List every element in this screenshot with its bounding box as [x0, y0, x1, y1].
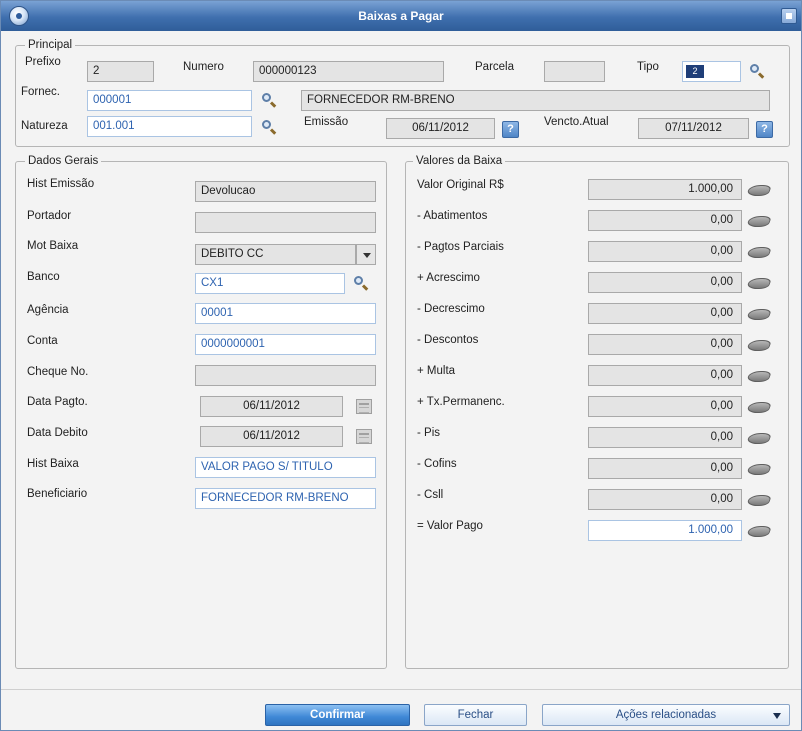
vb-label-4: - Decrescimo [417, 303, 485, 315]
decrescimo-calculator-icon[interactable] [748, 308, 770, 320]
descontos-calculator-icon[interactable] [748, 339, 770, 351]
cofins-field[interactable]: 0,00 [588, 458, 742, 479]
title-bar: Baixas a Pagar [1, 1, 801, 31]
mot-baixa-chevron-down-icon[interactable] [356, 244, 376, 265]
dg-label-1: Portador [27, 210, 72, 222]
beneficiario-field[interactable]: FORNECEDOR RM-BRENO [195, 488, 376, 509]
pagtos-parciais-calculator-icon[interactable] [748, 246, 770, 258]
vencto-label: Vencto.Atual [544, 116, 609, 128]
vb-label-2: - Pagtos Parciais [417, 241, 504, 253]
dg-label-5: Conta [27, 335, 58, 347]
abatimentos-calculator-icon[interactable] [748, 215, 770, 227]
emissao-field[interactable]: 06/11/2012 [386, 118, 495, 139]
hist-emissao-field[interactable]: Devolucao [195, 181, 376, 202]
data-debito-calendar-icon[interactable] [356, 429, 372, 444]
dg-label-10: Beneficiario [27, 488, 88, 500]
fornec-label: Fornec. [21, 86, 60, 98]
cheque-field[interactable] [195, 365, 376, 386]
dg-label-4: Agência [27, 304, 69, 316]
data-pagto-field[interactable]: 06/11/2012 [200, 396, 343, 417]
acoes-relacionadas-button[interactable]: Ações relacionadas [542, 704, 790, 726]
footer-divider [1, 689, 801, 690]
parcela-label: Parcela [475, 61, 514, 73]
vb-label-0: Valor Original R$ [417, 179, 504, 191]
hist-baixa-field[interactable]: VALOR PAGO S/ TITULO [195, 457, 376, 478]
dg-label-0: Hist Emissão [27, 178, 95, 190]
fornec-search-icon[interactable] [260, 92, 278, 110]
banco-field[interactable]: CX1 [195, 273, 345, 294]
dg-label-9: Hist Baixa [27, 458, 79, 470]
vb-label-1: - Abatimentos [417, 210, 488, 222]
principal-legend: Principal [25, 39, 76, 51]
banco-search-icon[interactable] [352, 275, 370, 293]
multa-field[interactable]: 0,00 [588, 365, 742, 386]
numero-field[interactable]: 000000123 [253, 61, 444, 82]
acrescimo-calculator-icon[interactable] [748, 277, 770, 289]
tx-permanenc-field[interactable]: 0,00 [588, 396, 742, 417]
dialog-window: Baixas a Pagar Principal Prefixo 2 Numer… [0, 0, 802, 731]
emissao-label: Emissão [304, 116, 349, 128]
decrescimo-field[interactable]: 0,00 [588, 303, 742, 324]
valor-original-calculator-icon[interactable] [748, 184, 770, 196]
dg-label-6: Cheque No. [27, 366, 89, 378]
dg-label-8: Data Debito [27, 427, 88, 439]
close-icon[interactable] [781, 8, 797, 24]
fornec-name-field: FORNECEDOR RM-BRENO [301, 90, 770, 111]
valor-original-field[interactable]: 1.000,00 [588, 179, 742, 200]
fornec-field[interactable]: 000001 [87, 90, 252, 111]
agencia-field[interactable]: 00001 [195, 303, 376, 324]
portador-field[interactable] [195, 212, 376, 233]
parcela-field[interactable] [544, 61, 605, 82]
prefixo-label: Prefixo [25, 56, 61, 68]
tipo-field[interactable]: 2 [682, 61, 741, 82]
window-title: Baixas a Pagar [358, 9, 444, 23]
vb-label-7: + Tx.Permanenc. [417, 396, 505, 408]
vencto-field[interactable]: 07/11/2012 [638, 118, 749, 139]
abatimentos-field[interactable]: 0,00 [588, 210, 742, 231]
dados-gerais-legend: Dados Gerais [25, 155, 102, 167]
tipo-label: Tipo [637, 61, 659, 73]
confirmar-button[interactable]: Confirmar [265, 704, 410, 726]
cofins-calculator-icon[interactable] [748, 463, 770, 475]
acoes-chevron-down-icon [773, 713, 781, 719]
csll-calculator-icon[interactable] [748, 494, 770, 506]
numero-label: Numero [183, 61, 224, 73]
data-debito-field[interactable]: 06/11/2012 [200, 426, 343, 447]
vb-label-6: + Multa [417, 365, 456, 377]
pis-field[interactable]: 0,00 [588, 427, 742, 448]
valores-legend: Valores da Baixa [413, 155, 506, 167]
descontos-field[interactable]: 0,00 [588, 334, 742, 355]
data-pagto-calendar-icon[interactable] [356, 399, 372, 414]
vb-label-9: - Cofins [417, 458, 457, 470]
natureza-search-icon[interactable] [260, 119, 278, 137]
acoes-relacionadas-label: Ações relacionadas [615, 709, 717, 721]
prefixo-field[interactable]: 2 [87, 61, 154, 82]
natureza-field[interactable]: 001.001 [87, 116, 252, 137]
pis-calculator-icon[interactable] [748, 432, 770, 444]
emissao-help-icon[interactable]: ? [502, 121, 519, 138]
csll-field[interactable]: 0,00 [588, 489, 742, 510]
vb-label-10: - Csll [417, 489, 444, 501]
mot-baixa-select[interactable]: DEBITO CC [195, 244, 356, 265]
natureza-label: Natureza [21, 120, 68, 132]
dg-label-3: Banco [27, 271, 60, 283]
pagtos-parciais-field[interactable]: 0,00 [588, 241, 742, 262]
vb-label-3: + Acrescimo [417, 272, 480, 284]
acrescimo-field[interactable]: 0,00 [588, 272, 742, 293]
valor-pago-calculator-icon[interactable] [748, 525, 770, 537]
vb-label-5: - Descontos [417, 334, 479, 346]
vb-label-11: = Valor Pago [417, 520, 483, 532]
vb-label-8: - Pis [417, 427, 440, 439]
dg-label-2: Mot Baixa [27, 240, 79, 252]
fechar-button[interactable]: Fechar [424, 704, 527, 726]
tx-permanenc-calculator-icon[interactable] [748, 401, 770, 413]
valor-pago-field[interactable]: 1.000,00 [588, 520, 742, 541]
vencto-help-icon[interactable]: ? [756, 121, 773, 138]
conta-field[interactable]: 0000000001 [195, 334, 376, 355]
multa-calculator-icon[interactable] [748, 370, 770, 382]
tipo-search-icon[interactable] [748, 63, 766, 81]
tipo-value: 2 [686, 65, 704, 78]
dg-label-7: Data Pagto. [27, 396, 88, 408]
